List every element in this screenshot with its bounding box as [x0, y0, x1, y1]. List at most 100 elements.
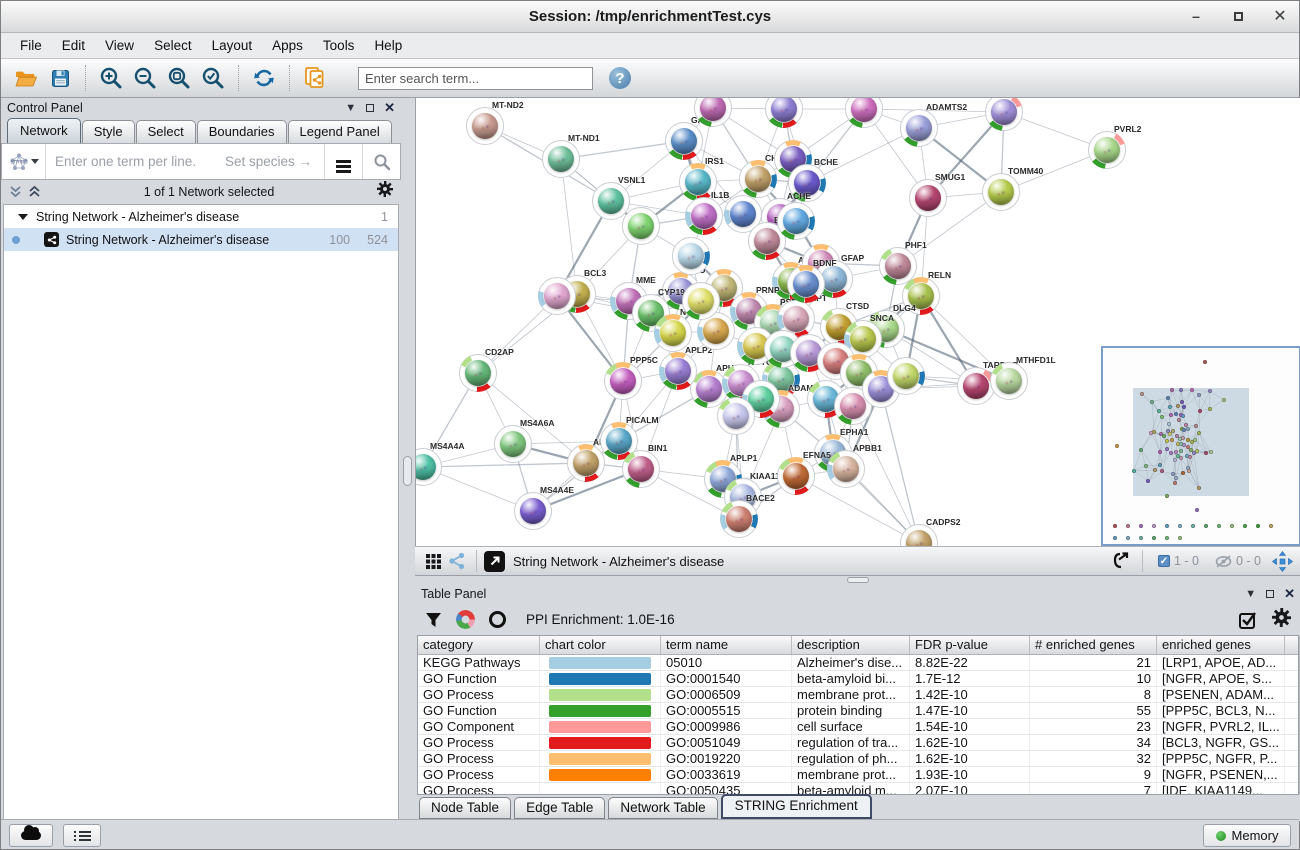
- network-node[interactable]: [717, 397, 755, 435]
- network-node-CHAT[interactable]: CHAT: [739, 160, 777, 198]
- grid-view-button[interactable]: [421, 546, 445, 576]
- maximize-button[interactable]: [1229, 7, 1247, 25]
- network-node-PVRL2[interactable]: PVRL2: [1088, 131, 1126, 169]
- minimize-button[interactable]: –: [1187, 7, 1205, 25]
- pan-tool-button[interactable]: [1269, 546, 1295, 576]
- table-row[interactable]: GO FunctionGO:0005515protein binding1.47…: [418, 703, 1298, 719]
- network-node-MS4A4E[interactable]: MS4A4E: [514, 492, 552, 530]
- table-row[interactable]: KEGG Pathways05010Alzheimer's dise...8.8…: [418, 655, 1298, 671]
- network-node-IL1B[interactable]: IL1B: [685, 197, 723, 235]
- network-node[interactable]: [887, 357, 925, 395]
- network-node[interactable]: [765, 98, 803, 128]
- network-node-APBB1[interactable]: APBB1: [827, 450, 865, 488]
- network-options-gear-icon[interactable]: [377, 181, 393, 202]
- tab-network-table[interactable]: Network Table: [608, 797, 717, 819]
- filter-icon[interactable]: [425, 612, 442, 628]
- birds-eye-view[interactable]: [1101, 346, 1300, 546]
- tab-network[interactable]: Network: [7, 118, 81, 143]
- network-node-TOMM40[interactable]: TOMM40: [982, 173, 1020, 211]
- column-header-description[interactable]: description: [792, 636, 910, 654]
- tab-select[interactable]: Select: [136, 120, 196, 143]
- horizontal-splitter[interactable]: [415, 576, 1300, 584]
- column-header-FDR-p-value[interactable]: FDR p-value: [910, 636, 1030, 654]
- select-all-checkbox-icon[interactable]: [1238, 610, 1258, 630]
- network-node[interactable]: [777, 202, 815, 240]
- network-row-selected[interactable]: String Network - Alzheimer's disease 100…: [4, 228, 398, 251]
- tab-boundaries[interactable]: Boundaries: [197, 120, 287, 143]
- network-node-EFNA5[interactable]: EFNA5: [777, 457, 815, 495]
- network-node[interactable]: [845, 98, 883, 128]
- selected-checkbox-icon[interactable]: ✓: [1158, 555, 1170, 567]
- collapse-all-icon[interactable]: [9, 185, 22, 198]
- network-node-MT-ND1[interactable]: MT-ND1: [542, 140, 580, 178]
- query-search-button[interactable]: [362, 144, 400, 179]
- network-overview-button[interactable]: [445, 546, 469, 576]
- table-row[interactable]: GO ProcessGO:0006509membrane prot...1.42…: [418, 687, 1298, 703]
- string-protein-query-dropdown[interactable]: STRING: [2, 144, 46, 179]
- close-button[interactable]: ✕: [1271, 7, 1289, 25]
- menu-help[interactable]: Help: [365, 35, 411, 56]
- column-header--enriched-genes[interactable]: # enriched genes: [1030, 636, 1157, 654]
- network-node-MTHFD1L[interactable]: MTHFD1L: [990, 362, 1028, 400]
- menu-select[interactable]: Select: [145, 35, 201, 56]
- column-header-enriched-genes[interactable]: enriched genes: [1157, 636, 1285, 654]
- menu-apps[interactable]: Apps: [263, 35, 312, 56]
- network-from-file-button[interactable]: [298, 63, 332, 93]
- open-session-button[interactable]: [9, 63, 43, 93]
- network-node-MT-ND2[interactable]: MT-ND2: [466, 107, 504, 145]
- network-node-BIN1[interactable]: BIN1: [622, 450, 660, 488]
- menu-tools[interactable]: Tools: [314, 35, 364, 56]
- enrichment-settings-gear-icon[interactable]: [1272, 608, 1291, 632]
- column-header-chart-color[interactable]: chart color: [540, 636, 661, 654]
- table-row[interactable]: GO ProcessGO:0033619membrane prot...1.93…: [418, 767, 1298, 783]
- panel-collapse-icon[interactable]: ▼: [345, 102, 356, 114]
- network-node[interactable]: [622, 207, 660, 245]
- query-placeholder[interactable]: Enter one term per line.: [46, 154, 225, 169]
- task-history-button[interactable]: [63, 824, 101, 847]
- table-row[interactable]: GO ProcessGO:0019220regulation of ph...1…: [418, 751, 1298, 767]
- panel-float-icon[interactable]: [366, 104, 374, 112]
- zoom-in-button[interactable]: [94, 63, 128, 93]
- network-node[interactable]: [672, 237, 710, 275]
- column-header-category[interactable]: category: [418, 636, 540, 654]
- zoom-fit-button[interactable]: [162, 63, 196, 93]
- export-network-button[interactable]: [1107, 546, 1135, 576]
- network-node-MS4A6A[interactable]: MS4A6A: [494, 425, 532, 463]
- tab-string-enrichment[interactable]: STRING Enrichment: [721, 794, 872, 819]
- collection-row[interactable]: String Network - Alzheimer's disease 1: [4, 205, 398, 228]
- tab-node-table[interactable]: Node Table: [419, 797, 511, 819]
- table-row[interactable]: GO FunctionGO:0001540beta-amyloid bi...1…: [418, 671, 1298, 687]
- network-node-GAB2[interactable]: GAB2: [665, 122, 703, 160]
- network-node[interactable]: [694, 98, 732, 127]
- zoom-selected-button[interactable]: [196, 63, 230, 93]
- network-node-MS4A4A[interactable]: MS4A4A: [415, 448, 442, 486]
- network-node-SMUG1[interactable]: SMUG1: [909, 179, 947, 217]
- network-node[interactable]: [985, 98, 1023, 131]
- draw-charts-icon[interactable]: [456, 610, 475, 629]
- network-node-CADPS2[interactable]: CADPS2: [900, 524, 938, 546]
- network-node-BACE2[interactable]: BACE2: [720, 500, 758, 538]
- save-session-button[interactable]: [43, 63, 77, 93]
- network-node-PPP5C[interactable]: PPP5C: [604, 362, 642, 400]
- panel-close-icon[interactable]: ✕: [384, 100, 395, 116]
- table-panel-collapse-icon[interactable]: ▼: [1245, 588, 1256, 600]
- help-button[interactable]: ?: [609, 67, 631, 89]
- tab-style[interactable]: Style: [82, 120, 135, 143]
- menu-layout[interactable]: Layout: [203, 35, 262, 56]
- column-header-term-name[interactable]: term name: [661, 636, 792, 654]
- table-panel-close-icon[interactable]: ✕: [1284, 586, 1295, 602]
- menu-file[interactable]: File: [11, 35, 51, 56]
- tab-edge-table[interactable]: Edge Table: [514, 797, 605, 819]
- menu-view[interactable]: View: [96, 35, 143, 56]
- menu-edit[interactable]: Edit: [53, 35, 94, 56]
- panel-splitter[interactable]: [401, 98, 415, 821]
- refresh-network-button[interactable]: [247, 63, 281, 93]
- detach-view-button[interactable]: [484, 551, 505, 572]
- network-node[interactable]: [682, 282, 720, 320]
- table-row[interactable]: GO ProcessGO:0051049regulation of tra...…: [418, 735, 1298, 751]
- network-node-ADAMTS2[interactable]: ADAMTS2: [900, 109, 938, 147]
- network-node-CD2AP[interactable]: CD2AP: [459, 354, 497, 392]
- set-species-label[interactable]: Set species →: [225, 154, 324, 169]
- splitter-handle[interactable]: [403, 456, 412, 486]
- expand-all-icon[interactable]: [28, 185, 41, 198]
